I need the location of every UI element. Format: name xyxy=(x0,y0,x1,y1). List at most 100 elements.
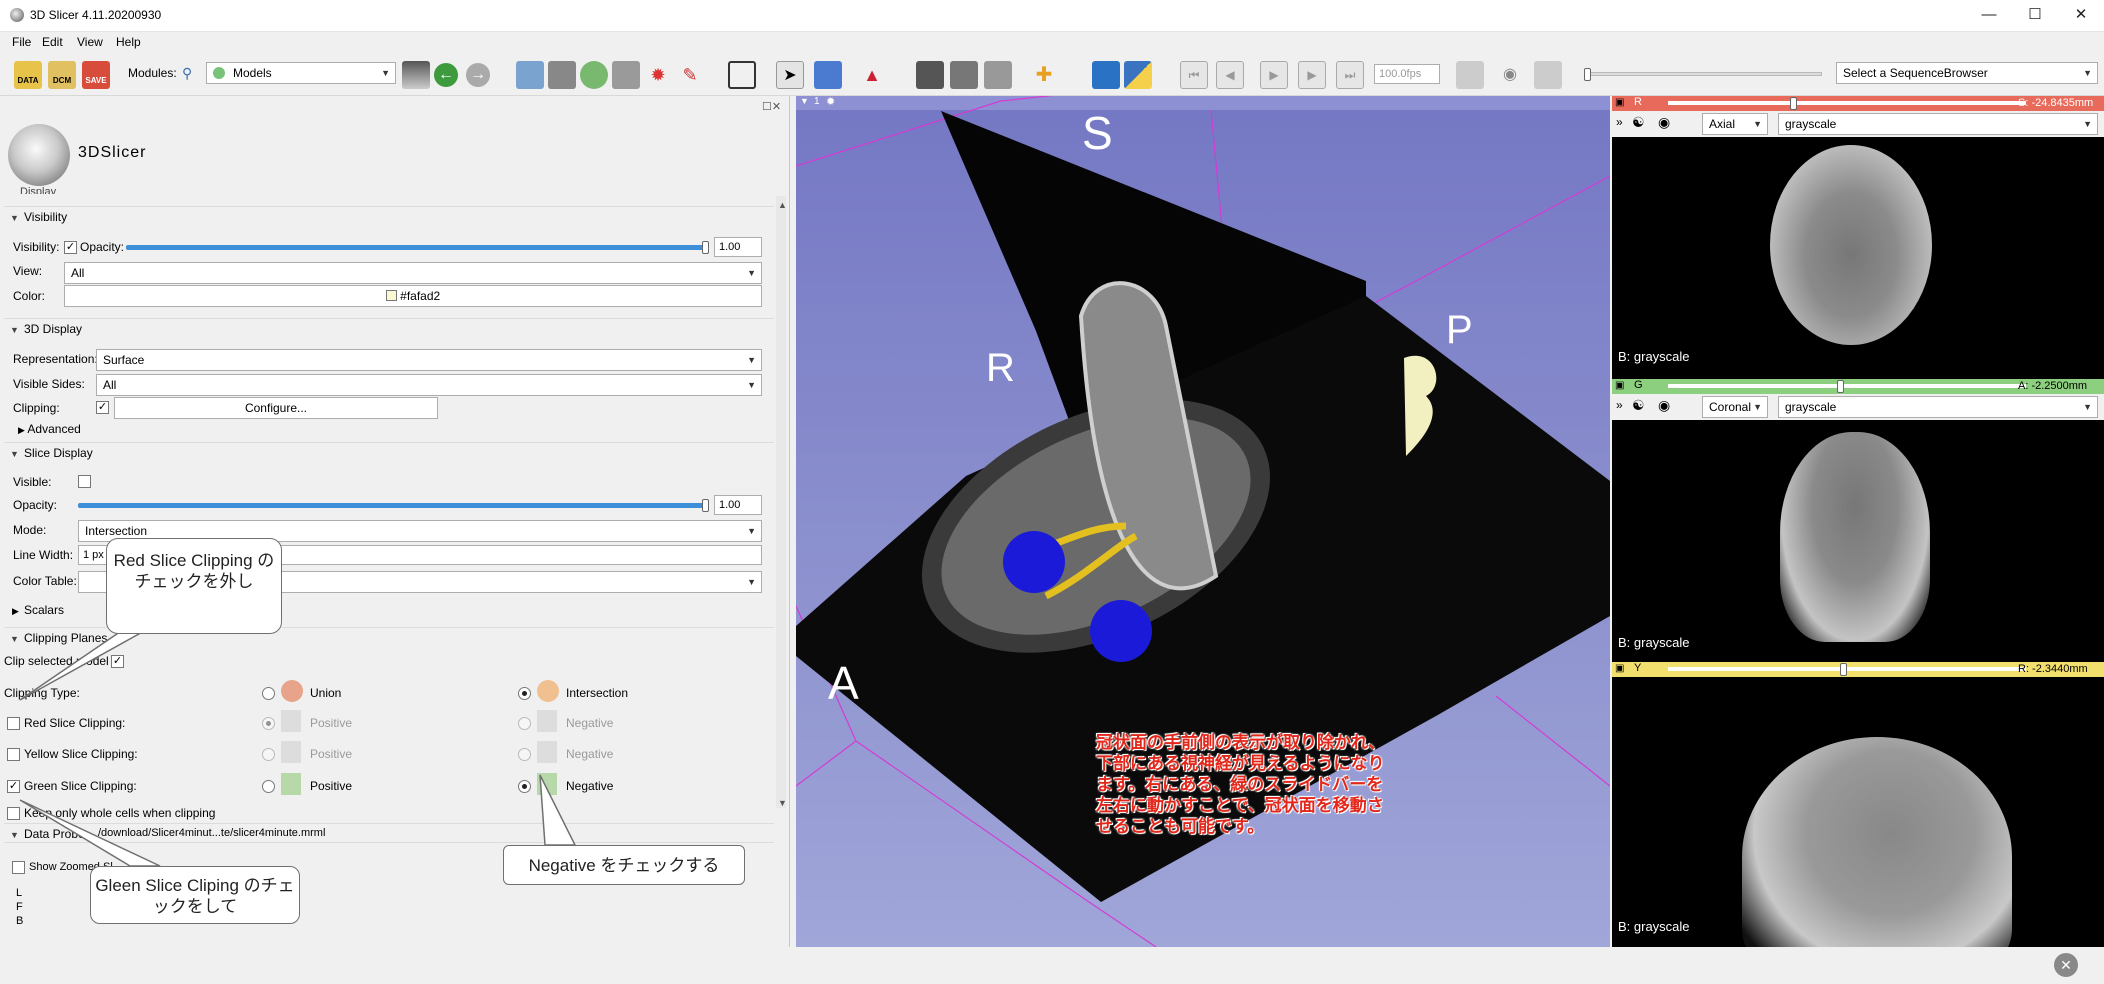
view-selector[interactable]: All ▼ xyxy=(64,262,762,284)
red-offset-slider[interactable] xyxy=(1668,101,2026,105)
record-icon[interactable]: ◉ xyxy=(1496,61,1524,89)
slice-opacity-slider-handle[interactable] xyxy=(702,499,709,512)
menu-view[interactable]: View xyxy=(77,35,103,49)
extensions-manager-icon[interactable] xyxy=(1092,61,1120,89)
red-slice-bar[interactable]: ▣ R S: -24.8435mm xyxy=(1612,96,2104,111)
models-module-icon[interactable] xyxy=(580,61,608,89)
green-offset-slider-handle[interactable] xyxy=(1837,380,1844,393)
yellow-positive-radio[interactable] xyxy=(262,748,275,761)
red-slice-image[interactable]: B: grayscale xyxy=(1612,137,2104,374)
3d-view[interactable]: ▼ 1 ✹ S R P A 冠状面の手前側の表示が取り除かれ、下部にある視神経が… xyxy=(796,96,1610,947)
color-picker-button[interactable]: #fafad2 xyxy=(64,285,762,307)
red-volume-selector[interactable]: grayscale ▼ xyxy=(1778,113,2098,135)
search-icon[interactable]: ⚲ xyxy=(182,65,192,82)
green-orientation-selector[interactable]: Coronal ▼ xyxy=(1702,396,1768,418)
configure-button[interactable]: Configure... xyxy=(114,397,438,419)
green-more-icon[interactable]: » xyxy=(1616,398,1623,412)
red-negative-radio[interactable] xyxy=(518,717,531,730)
representation-selector[interactable]: Surface ▼ xyxy=(96,349,762,371)
sequence-browser-selector[interactable]: Select a SequenceBrowser ▼ xyxy=(1836,62,2098,84)
previous-frame-button[interactable]: ◀ xyxy=(1216,61,1244,89)
slice-opacity-slider[interactable] xyxy=(78,503,708,508)
opacity-slider-handle[interactable] xyxy=(702,241,709,254)
menu-file[interactable]: File xyxy=(12,35,31,49)
maximize-button[interactable]: ☐ xyxy=(2012,0,2058,32)
add-data-button[interactable]: DATA xyxy=(14,61,42,89)
python-console-icon[interactable] xyxy=(1124,61,1152,89)
green-pin-icon[interactable]: ▣ xyxy=(1615,380,1624,391)
intersection-radio[interactable] xyxy=(518,687,531,700)
green-link-icon[interactable]: ☯ xyxy=(1632,397,1645,414)
crosshair-icon[interactable]: ✚ xyxy=(1030,61,1058,89)
green-offset-slider[interactable] xyxy=(1668,384,2026,388)
red-eye-icon[interactable]: ◉ xyxy=(1658,114,1670,131)
green-slice-clipping-checkbox[interactable]: ✓ xyxy=(7,780,20,793)
first-frame-button[interactable]: ⏮ xyxy=(1180,61,1208,89)
scene-view-icon[interactable] xyxy=(950,61,978,89)
red-orientation-selector[interactable]: Axial ▼ xyxy=(1702,113,1768,135)
menu-edit[interactable]: Edit xyxy=(42,35,63,49)
dcm-button[interactable]: DCM xyxy=(48,61,76,89)
green-slice-image[interactable]: B: grayscale xyxy=(1612,420,2104,658)
yellow-slice-bar[interactable]: ▣ Y R: -2.3440mm xyxy=(1612,662,2104,677)
panel-scrollbar[interactable] xyxy=(776,196,786,808)
red-offset-slider-handle[interactable] xyxy=(1790,97,1797,110)
yellow-offset-slider-handle[interactable] xyxy=(1840,663,1847,676)
layout-icon[interactable] xyxy=(728,61,756,89)
minimize-button[interactable]: — xyxy=(1966,0,2012,32)
menu-help[interactable]: Help xyxy=(116,35,141,49)
visibility-checkbox[interactable]: ✓ xyxy=(64,241,77,254)
union-radio[interactable] xyxy=(262,687,275,700)
sequence-slider[interactable] xyxy=(1584,72,1822,76)
slice-display-section-header[interactable]: ▼ Slice Display xyxy=(4,442,774,462)
transforms-module-icon[interactable] xyxy=(612,61,640,89)
markups-module-icon[interactable]: ✹ xyxy=(644,61,672,89)
restore-view-icon[interactable] xyxy=(984,61,1012,89)
keep-whole-cells-checkbox[interactable] xyxy=(7,807,20,820)
green-positive-radio[interactable] xyxy=(262,780,275,793)
slice-visible-checkbox[interactable] xyxy=(78,475,91,488)
visible-sides-selector[interactable]: All ▼ xyxy=(96,374,762,396)
editor-module-icon[interactable]: ✎ xyxy=(676,61,704,89)
loop-icon[interactable] xyxy=(1456,61,1484,89)
last-frame-button[interactable]: ⏭ xyxy=(1336,61,1364,89)
scalars-section-header[interactable]: ▶ Scalars xyxy=(12,601,64,620)
module-selector[interactable]: Models ▼ xyxy=(206,62,396,84)
show-zoomed-checkbox[interactable] xyxy=(12,861,25,874)
opacity-spinbox[interactable]: 1.00 xyxy=(714,237,762,257)
camera-icon[interactable] xyxy=(1534,61,1562,89)
red-slice-clipping-checkbox[interactable] xyxy=(7,717,20,730)
pointer-icon[interactable]: ➤ xyxy=(776,61,804,89)
red-more-icon[interactable]: » xyxy=(1616,115,1623,129)
play-button[interactable]: ▶ xyxy=(1260,61,1288,89)
red-link-icon[interactable]: ☯ xyxy=(1632,114,1645,131)
close-window-button[interactable]: ✕ xyxy=(2058,0,2104,32)
save-button[interactable]: SAVE xyxy=(82,61,110,89)
yellow-slice-clipping-checkbox[interactable] xyxy=(7,748,20,761)
advanced-section-header[interactable]: ▶ Advanced xyxy=(18,420,81,439)
green-slice-bar[interactable]: ▣ G A: -2.2500mm xyxy=(1612,379,2104,394)
sequence-slider-handle[interactable] xyxy=(1584,68,1591,81)
undock-icon[interactable]: ☐✕ xyxy=(762,100,781,113)
screenshot-icon[interactable] xyxy=(916,61,944,89)
crosshair-mode-icon[interactable]: ▲ xyxy=(858,61,886,89)
yellow-offset-slider[interactable] xyxy=(1668,667,2026,671)
slice-opacity-spinbox[interactable]: 1.00 xyxy=(714,495,762,515)
3d-display-section-header[interactable]: ▼ 3D Display xyxy=(4,318,774,338)
clip-selected-checkbox[interactable]: ✓ xyxy=(111,655,124,668)
green-volume-selector[interactable]: grayscale ▼ xyxy=(1778,396,2098,418)
scroll-down-icon[interactable]: ▼ xyxy=(778,798,787,808)
red-pin-icon[interactable]: ▣ xyxy=(1615,97,1624,108)
green-eye-icon[interactable]: ◉ xyxy=(1658,397,1670,414)
red-positive-radio[interactable] xyxy=(262,717,275,730)
data-module-icon[interactable] xyxy=(516,61,544,89)
opacity-slider[interactable] xyxy=(126,245,708,250)
yellow-negative-radio[interactable] xyxy=(518,748,531,761)
error-log-icon[interactable]: ✕ xyxy=(2054,953,2078,977)
visibility-section-header[interactable]: ▼ Visibility xyxy=(4,206,774,226)
fps-spinbox[interactable]: 100.0fps xyxy=(1374,64,1440,84)
yellow-pin-icon[interactable]: ▣ xyxy=(1615,663,1624,674)
yellow-slice-image[interactable]: B: grayscale xyxy=(1612,677,2104,947)
module-history-icon[interactable] xyxy=(402,61,430,89)
next-frame-button[interactable]: ▶ xyxy=(1298,61,1326,89)
